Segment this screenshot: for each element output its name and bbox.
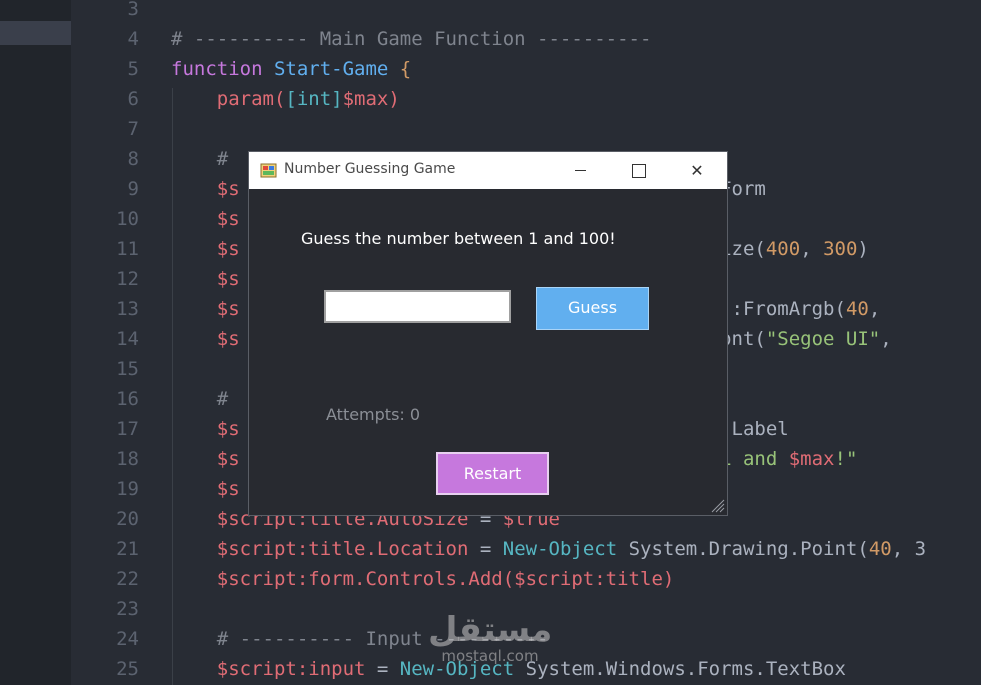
code-token: param( bbox=[171, 88, 286, 110]
code-token: $s bbox=[171, 328, 240, 350]
code-token: { bbox=[399, 58, 412, 80]
code-token: , bbox=[880, 328, 892, 350]
line-number: 6 bbox=[127, 88, 139, 110]
line-number: 19 bbox=[116, 478, 139, 500]
code-line[interactable]: 6 param([int]$max) bbox=[71, 88, 981, 118]
code-token: $script:title.Location bbox=[171, 538, 469, 560]
line-number: 10 bbox=[116, 208, 139, 230]
code-token: = bbox=[468, 538, 503, 560]
code-text: param([int]$max) bbox=[171, 88, 400, 110]
line-number: 25 bbox=[116, 658, 139, 680]
dialog-title: Number Guessing Game bbox=[284, 161, 456, 177]
code-line[interactable]: 21 $script:title.Location = New-Object S… bbox=[71, 538, 981, 568]
code-token: # ---------- Main Game Function --------… bbox=[171, 28, 652, 50]
code-token: 400 bbox=[765, 238, 801, 260]
code-token: $s bbox=[171, 448, 240, 470]
code-token: 40 bbox=[845, 298, 869, 320]
line-number: 12 bbox=[116, 268, 139, 290]
code-line[interactable]: 4 # ---------- Main Game Function -------… bbox=[71, 28, 981, 58]
guess-input[interactable] bbox=[324, 290, 511, 323]
code-token: , bbox=[800, 238, 824, 260]
code-token: , 3 bbox=[891, 538, 927, 560]
line-number: 5 bbox=[127, 58, 139, 80]
line-number: 11 bbox=[116, 238, 139, 260]
code-text: $script:form.Controls.Add($script:title) bbox=[171, 568, 675, 590]
code-token: $s bbox=[171, 238, 240, 260]
attempts-label: Attempts: 0 bbox=[326, 405, 421, 424]
code-line[interactable]: 7 bbox=[71, 118, 981, 148]
code-text: $s bbox=[171, 478, 240, 500]
code-text: $script:title.Location = New-Object Syst… bbox=[171, 538, 926, 560]
code-token: $script:form.Controls.Add( bbox=[171, 568, 515, 590]
code-token: ) bbox=[388, 88, 400, 110]
code-token: "Segoe UI" bbox=[765, 328, 881, 350]
line-number: 13 bbox=[116, 298, 139, 320]
code-token: $max bbox=[788, 448, 835, 470]
line-number: 22 bbox=[116, 568, 139, 590]
code-token: function bbox=[171, 58, 274, 80]
line-number: 14 bbox=[116, 328, 139, 350]
code-token: , bbox=[868, 298, 881, 320]
code-token: New-Object bbox=[502, 538, 629, 560]
watermark-arabic: مستقل bbox=[428, 610, 553, 650]
line-number: 23 bbox=[116, 598, 139, 620]
line-number: 4 bbox=[127, 28, 139, 50]
code-token: System.Drawing.Point( bbox=[628, 538, 869, 560]
line-number: 20 bbox=[116, 508, 139, 530]
code-token: $s bbox=[171, 418, 240, 440]
code-token: $script:input bbox=[171, 658, 366, 680]
code-token: Start-Game bbox=[273, 58, 400, 80]
code-token: $s bbox=[171, 268, 240, 290]
line-number: 24 bbox=[116, 628, 139, 650]
line-number: 17 bbox=[116, 418, 139, 440]
restart-button[interactable]: Restart bbox=[436, 452, 549, 495]
line-number: 3 bbox=[127, 0, 139, 20]
code-token: $s bbox=[171, 178, 240, 200]
code-text: # bbox=[171, 148, 228, 170]
maximize-icon[interactable] bbox=[609, 152, 667, 189]
code-token: !" bbox=[834, 448, 858, 470]
dialog-titlebar[interactable]: Number Guessing Game ✕ bbox=[249, 152, 727, 189]
code-token: ) bbox=[662, 568, 675, 590]
code-token: $script:title bbox=[514, 568, 663, 590]
code-line[interactable]: 22 $script:form.Controls.Add($script:tit… bbox=[71, 568, 981, 598]
sidebar bbox=[0, 0, 71, 685]
prompt-label: Guess the number between 1 and 100! bbox=[301, 229, 616, 248]
line-number: 7 bbox=[127, 118, 139, 140]
code-line[interactable]: 5 function Start-Game { bbox=[71, 58, 981, 88]
code-text: # bbox=[171, 388, 228, 410]
code-token: $max bbox=[342, 88, 389, 110]
guess-button[interactable]: Guess bbox=[536, 287, 649, 330]
line-number: 21 bbox=[116, 538, 139, 560]
code-token: System.Windows.Forms.TextBox bbox=[525, 658, 846, 680]
resize-grip-icon[interactable] bbox=[709, 497, 725, 513]
code-token: # bbox=[171, 148, 229, 170]
watermark: مستقل mostaql.com bbox=[428, 612, 552, 672]
watermark-latin: mostaql.com bbox=[441, 647, 539, 665]
line-number: 16 bbox=[116, 388, 139, 410]
code-text: # ---------- Main Game Function --------… bbox=[171, 28, 651, 50]
minimize-icon[interactable] bbox=[551, 152, 609, 189]
line-number: 15 bbox=[116, 358, 139, 380]
code-token: $s bbox=[171, 208, 240, 230]
code-token: [int] bbox=[285, 88, 343, 110]
line-number: 18 bbox=[116, 448, 139, 470]
line-number: 9 bbox=[127, 178, 139, 200]
sidebar-active-item[interactable] bbox=[0, 21, 71, 45]
line-number: 8 bbox=[127, 148, 139, 170]
code-token: 300 bbox=[823, 238, 858, 260]
code-text: function Start-Game { bbox=[171, 58, 411, 80]
code-token: $s bbox=[171, 478, 240, 500]
close-icon[interactable]: ✕ bbox=[668, 152, 726, 189]
code-token: $s bbox=[171, 298, 240, 320]
app-icon bbox=[260, 163, 277, 178]
code-token: = bbox=[365, 658, 400, 680]
code-token: 40 bbox=[868, 538, 892, 560]
dialog-window: Number Guessing Game ✕ Guess the number … bbox=[248, 151, 728, 516]
code-line[interactable]: 3 bbox=[71, 0, 981, 28]
code-token: ::FromArgb( bbox=[720, 298, 846, 320]
code-token: ) bbox=[857, 238, 869, 260]
code-token: # bbox=[171, 388, 229, 410]
